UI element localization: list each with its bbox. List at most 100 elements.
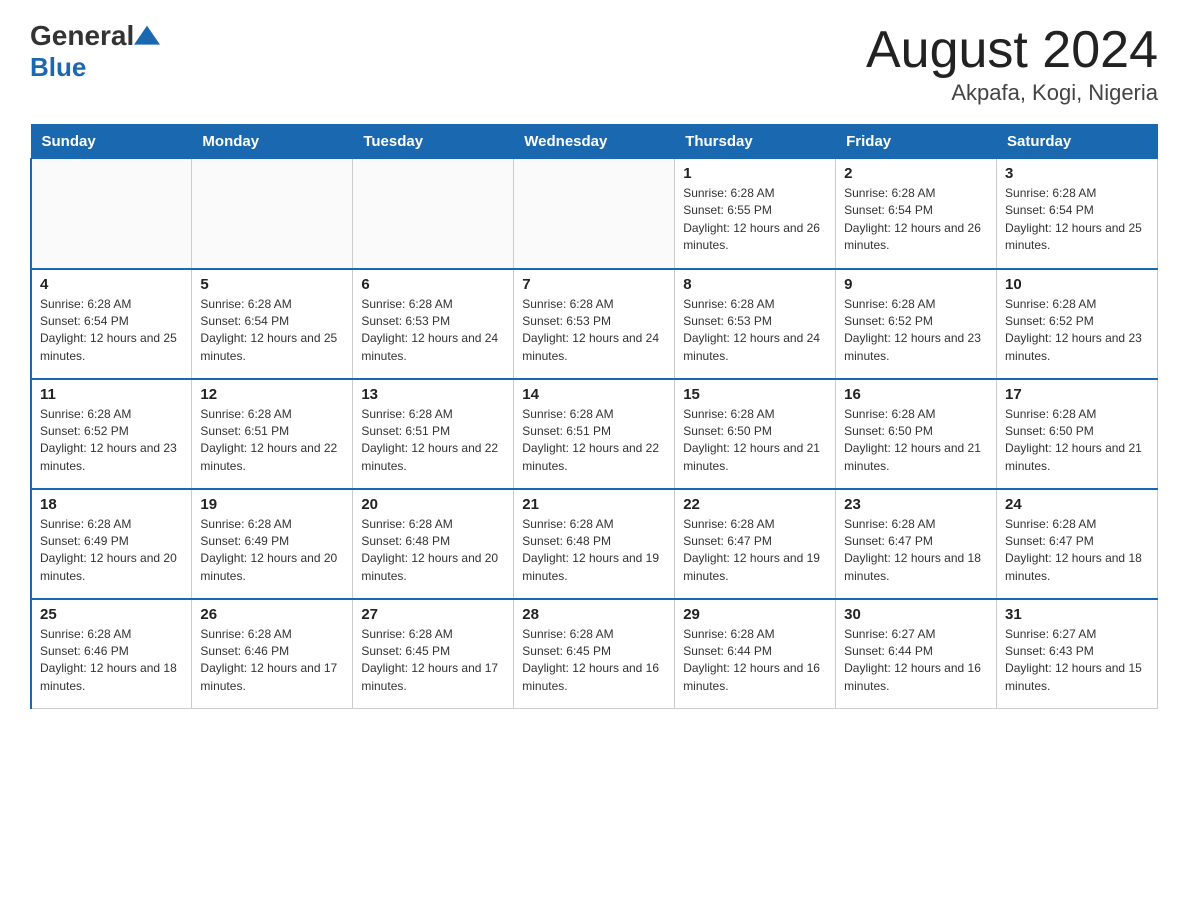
calendar-week-row: 4Sunrise: 6:28 AM Sunset: 6:54 PM Daylig… [31, 269, 1158, 379]
calendar-table: SundayMondayTuesdayWednesdayThursdayFrid… [30, 124, 1158, 709]
calendar-cell: 30 Sunrise: 6:27 AM Sunset: 6:44 PM Dayli… [836, 599, 997, 709]
day-number: 24 [1005, 496, 1149, 513]
day-of-week-header: Thursday [675, 125, 836, 159]
day-of-week-header: Monday [192, 125, 353, 159]
page-header: General Blue August 2024 Akpafa, Kogi, N… [30, 20, 1158, 106]
calendar-cell [353, 159, 514, 269]
day-number: 3 [1005, 165, 1149, 182]
calendar-cell: 21 Sunrise: 6:28 AM Sunset: 6:48 PM Dayli… [514, 489, 675, 599]
day-info: Sunrise: 6:27 AM Sunset: 6:44 PM Dayligh… [844, 626, 988, 696]
month-title: August 2024 [866, 20, 1158, 80]
day-info: Sunrise: 6:27 AM Sunset: 6:43 PM Dayligh… [1005, 626, 1149, 696]
calendar-week-row: 11 Sunrise: 6:28 AM Sunset: 6:52 PM Dayli… [31, 379, 1158, 489]
calendar-cell: 15 Sunrise: 6:28 AM Sunset: 6:50 PM Dayli… [675, 379, 836, 489]
day-number: 29 [683, 606, 827, 623]
day-info: Sunrise: 6:28 AM Sunset: 6:55 PM Dayligh… [683, 185, 827, 255]
calendar-cell: 28 Sunrise: 6:28 AM Sunset: 6:45 PM Dayli… [514, 599, 675, 709]
day-info: Sunrise: 6:28 AM Sunset: 6:51 PM Dayligh… [361, 406, 505, 476]
day-info: Sunrise: 6:28 AM Sunset: 6:46 PM Dayligh… [40, 626, 183, 696]
day-number: 31 [1005, 606, 1149, 623]
calendar-cell: 8 Sunrise: 6:28 AM Sunset: 6:53 PM Daylig… [675, 269, 836, 379]
calendar-cell [514, 159, 675, 269]
day-info: Sunrise: 6:28 AM Sunset: 6:53 PM Dayligh… [361, 296, 505, 366]
calendar-cell: 16 Sunrise: 6:28 AM Sunset: 6:50 PM Dayli… [836, 379, 997, 489]
day-info: Sunrise: 6:28 AM Sunset: 6:46 PM Dayligh… [200, 626, 344, 696]
day-number: 17 [1005, 386, 1149, 403]
day-info: Sunrise: 6:28 AM Sunset: 6:52 PM Dayligh… [1005, 296, 1149, 366]
day-number: 28 [522, 606, 666, 623]
calendar-cell: 22Sunrise: 6:28 AM Sunset: 6:47 PM Dayli… [675, 489, 836, 599]
day-number: 2 [844, 165, 988, 182]
calendar-cell: 19Sunrise: 6:28 AM Sunset: 6:49 PM Dayli… [192, 489, 353, 599]
calendar-week-row: 18 Sunrise: 6:28 AM Sunset: 6:49 PM Dayli… [31, 489, 1158, 599]
calendar-week-row: 25 Sunrise: 6:28 AM Sunset: 6:46 PM Dayli… [31, 599, 1158, 709]
day-number: 12 [200, 386, 344, 403]
day-number: 5 [200, 276, 344, 293]
calendar-cell: 26Sunrise: 6:28 AM Sunset: 6:46 PM Dayli… [192, 599, 353, 709]
day-info: Sunrise: 6:28 AM Sunset: 6:53 PM Dayligh… [522, 296, 666, 366]
calendar-cell: 24 Sunrise: 6:28 AM Sunset: 6:47 PM Dayli… [997, 489, 1158, 599]
day-number: 11 [40, 386, 183, 403]
calendar-cell: 29 Sunrise: 6:28 AM Sunset: 6:44 PM Dayli… [675, 599, 836, 709]
day-info: Sunrise: 6:28 AM Sunset: 6:45 PM Dayligh… [361, 626, 505, 696]
day-number: 16 [844, 386, 988, 403]
day-number: 8 [683, 276, 827, 293]
calendar-cell: 17 Sunrise: 6:28 AM Sunset: 6:50 PM Dayli… [997, 379, 1158, 489]
day-info: Sunrise: 6:28 AM Sunset: 6:54 PM Dayligh… [40, 296, 183, 366]
day-number: 9 [844, 276, 988, 293]
calendar-cell: 6 Sunrise: 6:28 AM Sunset: 6:53 PM Daylig… [353, 269, 514, 379]
day-info: Sunrise: 6:28 AM Sunset: 6:51 PM Dayligh… [200, 406, 344, 476]
calendar-cell: 25 Sunrise: 6:28 AM Sunset: 6:46 PM Dayli… [31, 599, 192, 709]
day-of-week-header: Sunday [31, 125, 192, 159]
calendar-cell [31, 159, 192, 269]
calendar-cell: 13 Sunrise: 6:28 AM Sunset: 6:51 PM Dayli… [353, 379, 514, 489]
day-info: Sunrise: 6:28 AM Sunset: 6:50 PM Dayligh… [683, 406, 827, 476]
calendar-cell: 12 Sunrise: 6:28 AM Sunset: 6:51 PM Dayli… [192, 379, 353, 489]
day-number: 18 [40, 496, 183, 513]
day-info: Sunrise: 6:28 AM Sunset: 6:54 PM Dayligh… [844, 185, 988, 255]
day-info: Sunrise: 6:28 AM Sunset: 6:47 PM Dayligh… [683, 516, 827, 586]
calendar-cell: 9 Sunrise: 6:28 AM Sunset: 6:52 PM Daylig… [836, 269, 997, 379]
day-number: 21 [522, 496, 666, 513]
day-of-week-header: Tuesday [353, 125, 514, 159]
day-number: 25 [40, 606, 183, 623]
day-info: Sunrise: 6:28 AM Sunset: 6:49 PM Dayligh… [40, 516, 183, 586]
calendar-cell: 7 Sunrise: 6:28 AM Sunset: 6:53 PM Daylig… [514, 269, 675, 379]
calendar-cell: 18 Sunrise: 6:28 AM Sunset: 6:49 PM Dayli… [31, 489, 192, 599]
logo-triangle-icon [134, 21, 160, 52]
calendar-cell: 10 Sunrise: 6:28 AM Sunset: 6:52 PM Dayli… [997, 269, 1158, 379]
day-info: Sunrise: 6:28 AM Sunset: 6:50 PM Dayligh… [844, 406, 988, 476]
day-number: 13 [361, 386, 505, 403]
day-info: Sunrise: 6:28 AM Sunset: 6:45 PM Dayligh… [522, 626, 666, 696]
day-info: Sunrise: 6:28 AM Sunset: 6:48 PM Dayligh… [361, 516, 505, 586]
logo-general-text: General [30, 20, 134, 52]
calendar-cell: 23Sunrise: 6:28 AM Sunset: 6:47 PM Dayli… [836, 489, 997, 599]
day-info: Sunrise: 6:28 AM Sunset: 6:54 PM Dayligh… [200, 296, 344, 366]
calendar-header: SundayMondayTuesdayWednesdayThursdayFrid… [31, 125, 1158, 159]
day-number: 27 [361, 606, 505, 623]
day-number: 30 [844, 606, 988, 623]
location-title: Akpafa, Kogi, Nigeria [866, 80, 1158, 106]
day-info: Sunrise: 6:28 AM Sunset: 6:53 PM Dayligh… [683, 296, 827, 366]
day-info: Sunrise: 6:28 AM Sunset: 6:52 PM Dayligh… [40, 406, 183, 476]
day-number: 23 [844, 496, 988, 513]
calendar-cell: 2 Sunrise: 6:28 AM Sunset: 6:54 PM Daylig… [836, 159, 997, 269]
day-info: Sunrise: 6:28 AM Sunset: 6:47 PM Dayligh… [1005, 516, 1149, 586]
day-number: 6 [361, 276, 505, 293]
calendar-cell: 31 Sunrise: 6:27 AM Sunset: 6:43 PM Dayli… [997, 599, 1158, 709]
day-info: Sunrise: 6:28 AM Sunset: 6:48 PM Dayligh… [522, 516, 666, 586]
day-info: Sunrise: 6:28 AM Sunset: 6:50 PM Dayligh… [1005, 406, 1149, 476]
day-of-week-header: Wednesday [514, 125, 675, 159]
day-number: 1 [683, 165, 827, 182]
title-area: August 2024 Akpafa, Kogi, Nigeria [866, 20, 1158, 106]
day-info: Sunrise: 6:28 AM Sunset: 6:51 PM Dayligh… [522, 406, 666, 476]
day-number: 20 [361, 496, 505, 513]
day-of-week-header: Saturday [997, 125, 1158, 159]
day-info: Sunrise: 6:28 AM Sunset: 6:44 PM Dayligh… [683, 626, 827, 696]
day-info: Sunrise: 6:28 AM Sunset: 6:52 PM Dayligh… [844, 296, 988, 366]
day-number: 15 [683, 386, 827, 403]
calendar-cell: 14Sunrise: 6:28 AM Sunset: 6:51 PM Dayli… [514, 379, 675, 489]
day-number: 7 [522, 276, 666, 293]
calendar-cell: 4Sunrise: 6:28 AM Sunset: 6:54 PM Daylig… [31, 269, 192, 379]
day-number: 10 [1005, 276, 1149, 293]
